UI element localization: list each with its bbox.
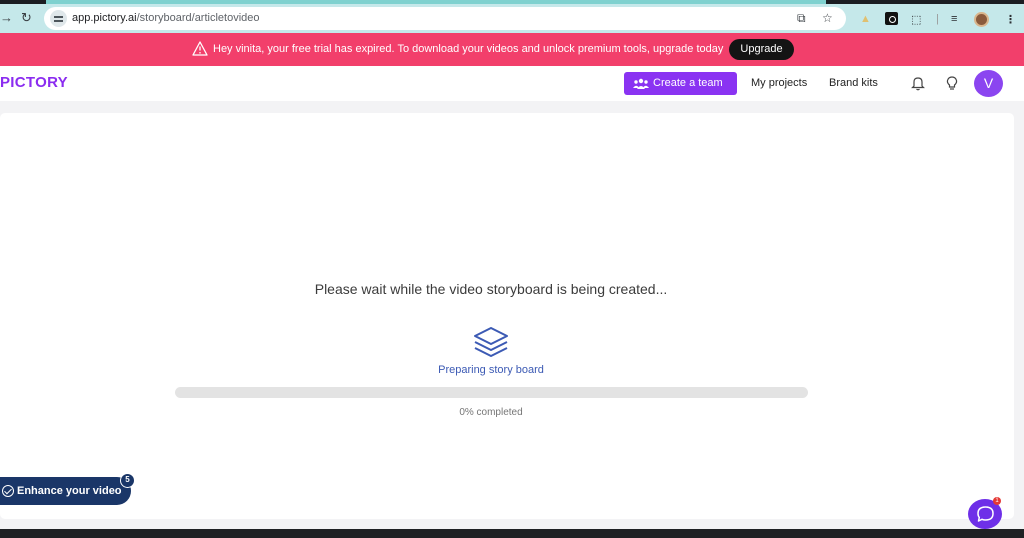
url-path: /storyboard/articletovideo bbox=[136, 12, 260, 24]
toolbar-divider: | bbox=[936, 13, 939, 25]
create-team-button[interactable]: Create a team bbox=[624, 72, 737, 95]
layers-icon bbox=[474, 327, 508, 357]
pictory-logo[interactable]: PICTORY bbox=[0, 74, 68, 91]
forward-icon[interactable]: → bbox=[0, 10, 13, 25]
user-avatar[interactable]: V bbox=[974, 70, 1003, 97]
warning-icon bbox=[192, 41, 208, 56]
install-app-icon[interactable]: ⧉ bbox=[797, 11, 806, 26]
enhance-label: Enhance your video bbox=[17, 485, 122, 497]
wait-message: Please wait while the video storyboard i… bbox=[314, 281, 668, 297]
browser-profile-avatar[interactable] bbox=[974, 12, 989, 27]
create-team-label: Create a team bbox=[653, 77, 723, 89]
url-host: app.pictory.ai bbox=[72, 12, 137, 24]
progress-text: 0% completed bbox=[459, 407, 523, 418]
app-header: PICTORY Create a team My projects Brand … bbox=[0, 66, 1024, 101]
reload-icon[interactable]: ↻ bbox=[21, 10, 32, 26]
chat-notification-badge: 1 bbox=[993, 497, 1001, 505]
extension-camera-icon[interactable] bbox=[885, 12, 898, 25]
notification-bell-icon[interactable] bbox=[910, 75, 926, 91]
team-icon bbox=[633, 78, 649, 89]
preparing-status: Preparing story board bbox=[438, 364, 544, 376]
address-bar[interactable]: app.pictory.ai/storyboard/articletovideo… bbox=[44, 7, 846, 30]
media-controls-icon[interactable]: ≡ bbox=[951, 13, 957, 25]
browser-menu-icon[interactable]: ⋮ bbox=[1005, 13, 1016, 26]
os-taskbar bbox=[0, 529, 1024, 538]
extensions-puzzle-icon[interactable]: ⬚ bbox=[911, 13, 921, 26]
enhance-video-button[interactable]: Enhance your video 5 bbox=[0, 473, 135, 505]
storyboard-loading-card: Please wait while the video storyboard i… bbox=[0, 113, 1014, 519]
chat-bubble-icon bbox=[977, 506, 994, 522]
my-projects-link[interactable]: My projects bbox=[751, 77, 807, 89]
brand-kits-link[interactable]: Brand kits bbox=[829, 77, 878, 89]
trial-expired-banner: Hey vinita, your free trial has expired.… bbox=[0, 33, 1024, 66]
url-text: app.pictory.ai/storyboard/articletovideo bbox=[72, 12, 260, 24]
browser-toolbar: → ↻ app.pictory.ai/storyboard/articletov… bbox=[0, 4, 1024, 33]
chat-support-button[interactable]: 1 bbox=[968, 497, 1002, 529]
upgrade-button[interactable]: Upgrade bbox=[729, 39, 794, 60]
check-circle-icon bbox=[2, 485, 14, 497]
bookmark-star-icon[interactable]: ☆ bbox=[822, 11, 833, 25]
lightbulb-icon[interactable] bbox=[944, 75, 960, 91]
progress-bar bbox=[175, 387, 808, 398]
extension-drive-icon[interactable]: ▲ bbox=[860, 13, 871, 25]
banner-message: Hey vinita, your free trial has expired.… bbox=[213, 43, 724, 55]
site-settings-icon[interactable] bbox=[50, 10, 67, 27]
enhance-count-badge: 5 bbox=[120, 473, 135, 488]
